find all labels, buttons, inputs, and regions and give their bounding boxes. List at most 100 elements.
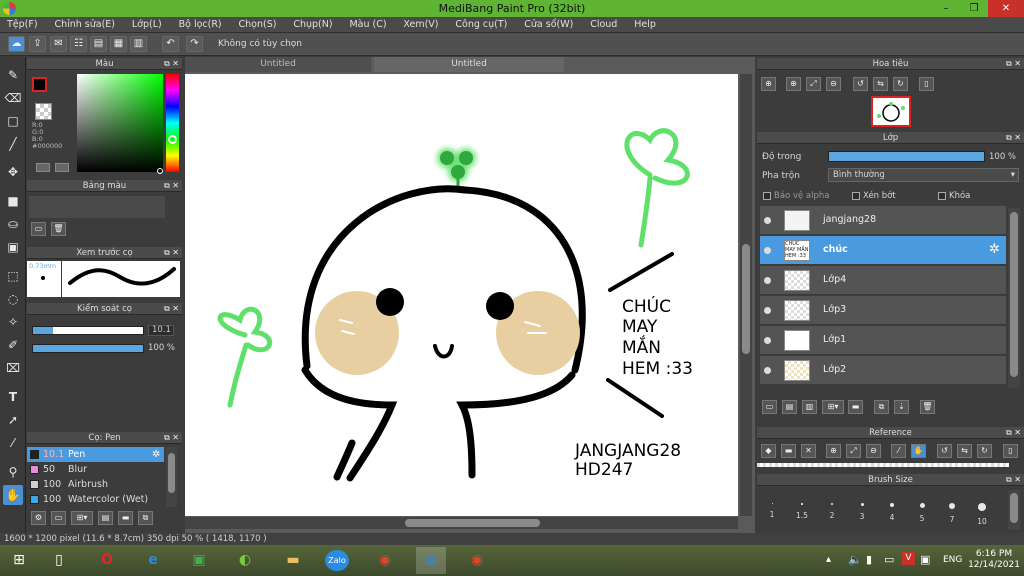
file-icon[interactable]: ▯	[44, 547, 74, 574]
visibility-icon[interactable]	[764, 307, 771, 314]
menu-window[interactable]: Cửa sổ(W)	[517, 17, 580, 33]
zalo-icon[interactable]: Zalo	[322, 547, 352, 574]
folder-icon[interactable]: ▬	[848, 400, 863, 414]
rotate-right-icon[interactable]: ↻	[977, 444, 992, 458]
hand-icon[interactable]: ✋	[3, 485, 23, 505]
layer-icon[interactable]: ◆	[761, 444, 776, 458]
vivaldi-icon[interactable]: V	[902, 552, 915, 565]
brush-size-preset[interactable]: 7	[937, 503, 967, 524]
document-icon[interactable]: ▤	[90, 36, 107, 52]
lasso-icon[interactable]: ◌	[3, 289, 23, 309]
open-folder-icon[interactable]: ▬	[781, 444, 796, 458]
select-pen-icon[interactable]: ✐	[3, 335, 23, 355]
add-layer-menu-icon[interactable]: ⊞▾	[822, 400, 844, 414]
visibility-icon[interactable]	[764, 277, 771, 284]
layer-opacity-slider[interactable]	[828, 151, 985, 162]
menu-layer[interactable]: Lớp(L)	[125, 17, 169, 33]
panel-buttons-icon[interactable]: ⧉ ✕	[164, 432, 179, 444]
brush-icon[interactable]: ✎	[3, 65, 23, 85]
fit-icon[interactable]: ⤢	[806, 77, 821, 91]
layer-row[interactable]: Lớp3	[760, 296, 1006, 325]
chat-icon[interactable]: ☷	[70, 36, 87, 52]
folder-icon[interactable]: ▬	[118, 511, 133, 525]
undo-icon[interactable]: ↶	[162, 36, 179, 52]
hue-cursor[interactable]	[168, 135, 177, 144]
rectangle-icon[interactable]: □	[3, 111, 23, 131]
zoom-in-icon[interactable]: ⊕	[761, 77, 776, 91]
layer-row[interactable]: Lớp2	[760, 356, 1006, 385]
magic-wand-icon[interactable]: ✧	[3, 312, 23, 332]
brush-size-preset[interactable]: 2	[817, 503, 847, 520]
maximize-button[interactable]: ❐	[960, 0, 988, 17]
minimize-button[interactable]: –	[932, 0, 960, 17]
panel-buttons-icon[interactable]: ⧉ ✕	[1006, 132, 1021, 144]
eyedropper-icon[interactable]: ⁄	[3, 433, 23, 453]
monitor-icon[interactable]: ▣	[920, 553, 930, 566]
zoom-out-icon[interactable]: ⊖	[826, 77, 841, 91]
language-indicator[interactable]: ENG	[943, 555, 962, 565]
redo-icon[interactable]: ↷	[186, 36, 203, 52]
brush-size-slider[interactable]	[32, 326, 144, 335]
panel-buttons-icon[interactable]: ⧉ ✕	[164, 180, 179, 192]
brush-item-watercolor[interactable]: 100 Watercolor (Wet)	[27, 492, 164, 507]
canvas-horizontal-scrollbar[interactable]	[185, 517, 738, 529]
copy-brush-icon[interactable]: ▤	[98, 511, 113, 525]
panel-buttons-icon[interactable]: ⧉ ✕	[1006, 427, 1021, 439]
folder-icon[interactable]: ▬	[278, 547, 308, 574]
panel-buttons-icon[interactable]: ⧉ ✕	[1006, 58, 1021, 70]
medibang-icon[interactable]: ◍	[416, 547, 446, 574]
panel-buttons-icon[interactable]: ⧉ ✕	[164, 303, 179, 315]
foreground-color-swatch[interactable]	[32, 77, 47, 92]
reset-icon[interactable]: ▯	[1003, 444, 1018, 458]
brush-item-pen[interactable]: 10.1 Pen ✲	[27, 447, 164, 462]
brush-size-preset[interactable]: 3	[847, 503, 877, 521]
panel-buttons-icon[interactable]: ⧉ ✕	[164, 58, 179, 70]
palette-swatch-area[interactable]	[29, 196, 165, 218]
select-eraser-icon[interactable]: ⌧	[3, 358, 23, 378]
menu-color[interactable]: Màu (C)	[342, 17, 393, 33]
brush-size-preset[interactable]: 1.5	[787, 503, 817, 520]
canvas-vertical-scrollbar[interactable]	[740, 74, 752, 516]
tray-chevron-icon[interactable]: ▴	[826, 554, 831, 565]
new-palette-icon[interactable]: ▭	[31, 222, 46, 236]
add-brush-icon[interactable]: ⊞▾	[71, 511, 93, 525]
new-halftone-layer-icon[interactable]: ▤	[782, 400, 797, 414]
close-icon[interactable]: ✕	[801, 444, 816, 458]
menu-select[interactable]: Chọn(S)	[232, 17, 284, 33]
layer-row[interactable]: jangjang28	[760, 206, 1006, 235]
remove-color-button[interactable]	[55, 163, 69, 172]
windows-start-icon[interactable]: ⊞	[4, 547, 34, 574]
brush-item-blur[interactable]: 50 Blur	[27, 462, 164, 477]
eyedropper-icon[interactable]: ⁄	[891, 444, 906, 458]
delete-layer-icon[interactable]: 🗑	[920, 400, 935, 414]
lock-checkbox[interactable]: Khóa	[938, 191, 970, 201]
brush-size-preset[interactable]: 5	[907, 503, 937, 523]
menu-help[interactable]: Help	[627, 17, 663, 33]
tab-untitled-2[interactable]: Untitled	[374, 57, 564, 72]
scroll-thumb[interactable]	[405, 519, 540, 527]
line-icon[interactable]: ╱	[3, 134, 23, 154]
blend-mode-select[interactable]: Bình thường ▾	[828, 168, 1019, 182]
layer-scrollbar[interactable]	[1008, 208, 1020, 388]
zoom-out-icon[interactable]: ⊖	[866, 444, 881, 458]
flip-icon[interactable]: ⇆	[957, 444, 972, 458]
brush-size-preset[interactable]: 10	[967, 503, 997, 526]
table-icon[interactable]: ▥	[130, 36, 147, 52]
hand-icon[interactable]: ✋	[911, 444, 926, 458]
eraser-icon[interactable]: ⌫	[3, 88, 23, 108]
reset-icon[interactable]: ▯	[919, 77, 934, 91]
flip-icon[interactable]: ⇆	[873, 77, 888, 91]
menu-snap[interactable]: Chụp(N)	[286, 17, 339, 33]
zoom-in-small-icon[interactable]: ⊕	[786, 77, 801, 91]
protect-alpha-checkbox[interactable]: Bảo vệ alpha	[763, 191, 829, 201]
delete-palette-icon[interactable]: 🗑	[51, 222, 66, 236]
layer-row[interactable]: Lớp4	[760, 266, 1006, 295]
brush-size-preset[interactable]: 4	[877, 503, 907, 522]
chrome-icon[interactable]: ◉	[370, 547, 400, 574]
gear-icon[interactable]: ✲	[152, 447, 160, 462]
grid-icon[interactable]: ▦	[110, 36, 127, 52]
layer-row-selected[interactable]: CHÚC MAY MẮN HEM :33 chúc ✲	[760, 236, 1006, 265]
brush-settings-icon[interactable]: ⚙	[31, 511, 46, 525]
panel-buttons-icon[interactable]: ⧉ ✕	[1006, 474, 1021, 486]
menu-cloud[interactable]: Cloud	[583, 17, 624, 33]
